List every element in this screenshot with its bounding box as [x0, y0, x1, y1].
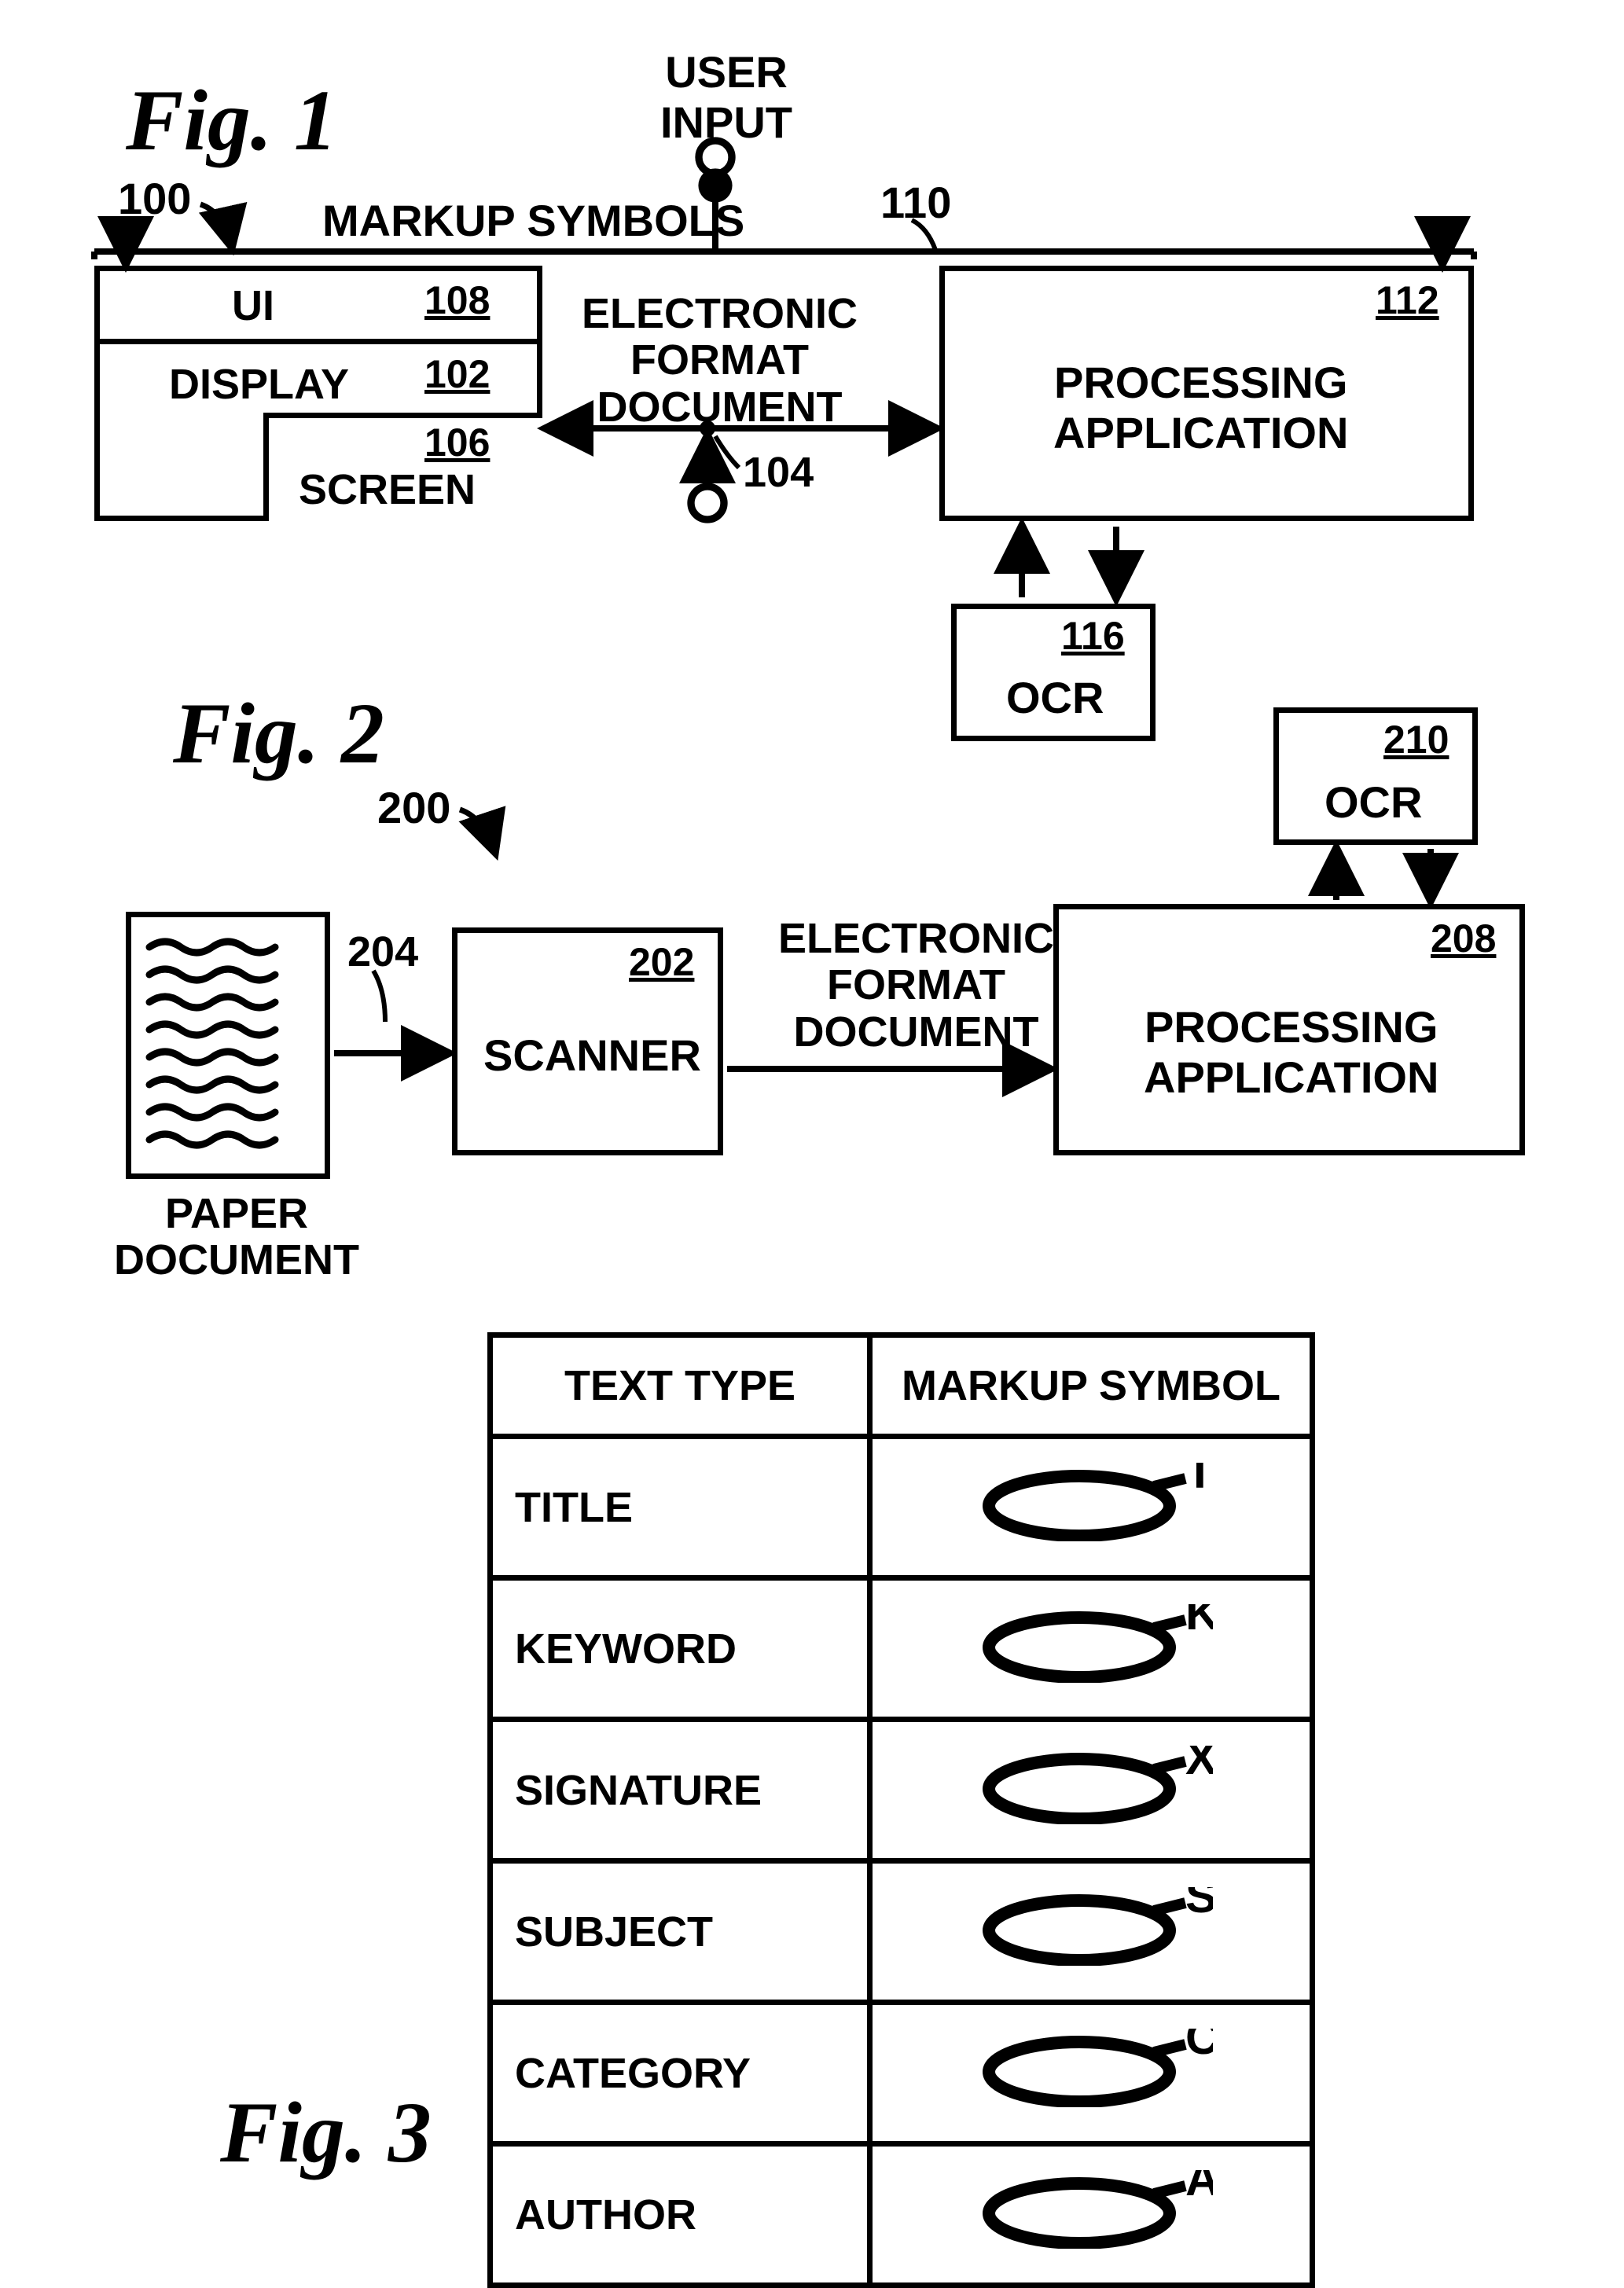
fig2-ocr-label: OCR [1325, 777, 1422, 828]
table-row: KEYWORD K [491, 1578, 1313, 1720]
fig1-ref-108: 108 [424, 277, 490, 323]
header-markup-symbol: MARKUP SYMBOL [870, 1335, 1313, 1437]
cell-symbol: S [870, 1861, 1313, 2003]
table-row: SUBJECT S [491, 1861, 1313, 2003]
fig1-ref-110: 110 [880, 177, 951, 228]
fig2-ref-202: 202 [629, 939, 694, 985]
fig2-procapp-label: PROCESSING APPLICATION [1144, 1002, 1438, 1104]
cell-type: KEYWORD [491, 1578, 870, 1720]
fig2-ref-200: 200 [377, 782, 450, 833]
fig1-ref-106: 106 [424, 420, 490, 465]
fig1-efd-label: ELECTRONIC FORMAT DOCUMENT [582, 291, 858, 431]
fig3-title: Fig. 3 [220, 2083, 432, 2183]
fig1-ref-100: 100 [118, 173, 191, 224]
fig1-ref-116: 116 [1061, 613, 1125, 659]
cell-type: SUBJECT [491, 1861, 870, 2003]
fig2-efd-label: ELECTRONIC FORMAT DOCUMENT [778, 916, 1054, 1056]
cell-symbol: A [870, 2144, 1313, 2286]
markup-symbol-icon: A [969, 2170, 1213, 2249]
cell-symbol: K [870, 1578, 1313, 1720]
svg-text:K: K [1185, 1604, 1213, 1640]
markup-symbol-icon: X [969, 1746, 1213, 1824]
fig2-ref-208: 208 [1431, 916, 1496, 961]
markup-symbol-icon: C [969, 2029, 1213, 2107]
fig1-ui-label: UI [232, 281, 274, 330]
fig1-title: Fig. 1 [126, 71, 337, 171]
fig2-ref-210: 210 [1383, 717, 1449, 762]
svg-text:A: A [1185, 2170, 1213, 2205]
fig1-display-label: DISPLAY [169, 360, 349, 409]
fig1-ref-112: 112 [1376, 277, 1439, 323]
fig2-scanner-label: SCANNER [483, 1030, 701, 1081]
fig1-screen-label: SCREEN [299, 465, 476, 514]
fig1-markup-symbols-label: MARKUP SYMBOLS [322, 195, 744, 246]
table-header-row: TEXT TYPE MARKUP SYMBOL [491, 1335, 1313, 1437]
fig2-paper-label: PAPER DOCUMENT [114, 1191, 359, 1284]
svg-text:C: C [1185, 2029, 1213, 2064]
markup-symbol-icon: K [969, 1604, 1213, 1683]
fig1-ocr-label: OCR [1006, 672, 1104, 723]
cell-type: TITLE [491, 1437, 870, 1578]
fig2-ref-204: 204 [347, 927, 418, 976]
table-row: SIGNATURE X [491, 1720, 1313, 1861]
markup-symbol-icon: T [969, 1463, 1213, 1541]
table-row: AUTHOR A [491, 2144, 1313, 2286]
fig1-ref-104: 104 [743, 448, 814, 497]
table-row: CATEGORY C [491, 2003, 1313, 2144]
table-row: TITLE T [491, 1437, 1313, 1578]
fig1-user-input-label: USER INPUT [660, 47, 792, 149]
fig1-ref-102: 102 [424, 351, 490, 397]
fig2-paper-box [126, 912, 330, 1179]
cell-symbol: C [870, 2003, 1313, 2144]
cell-symbol: X [870, 1720, 1313, 1861]
svg-text:X: X [1185, 1746, 1213, 1784]
header-text-type: TEXT TYPE [491, 1335, 870, 1437]
cell-type: CATEGORY [491, 2003, 870, 2144]
svg-text:T: T [1185, 1463, 1213, 1498]
fig1-procapp-label: PROCESSING APPLICATION [1053, 358, 1348, 459]
cell-type: AUTHOR [491, 2144, 870, 2286]
cell-symbol: T [870, 1437, 1313, 1578]
svg-text:S: S [1185, 1887, 1213, 1923]
fig2-title: Fig. 2 [173, 684, 384, 784]
cell-type: SIGNATURE [491, 1720, 870, 1861]
markup-symbol-icon: S [969, 1887, 1213, 1966]
fig3-table: TEXT TYPE MARKUP SYMBOL TITLE T KEYWORD … [487, 1332, 1315, 2288]
